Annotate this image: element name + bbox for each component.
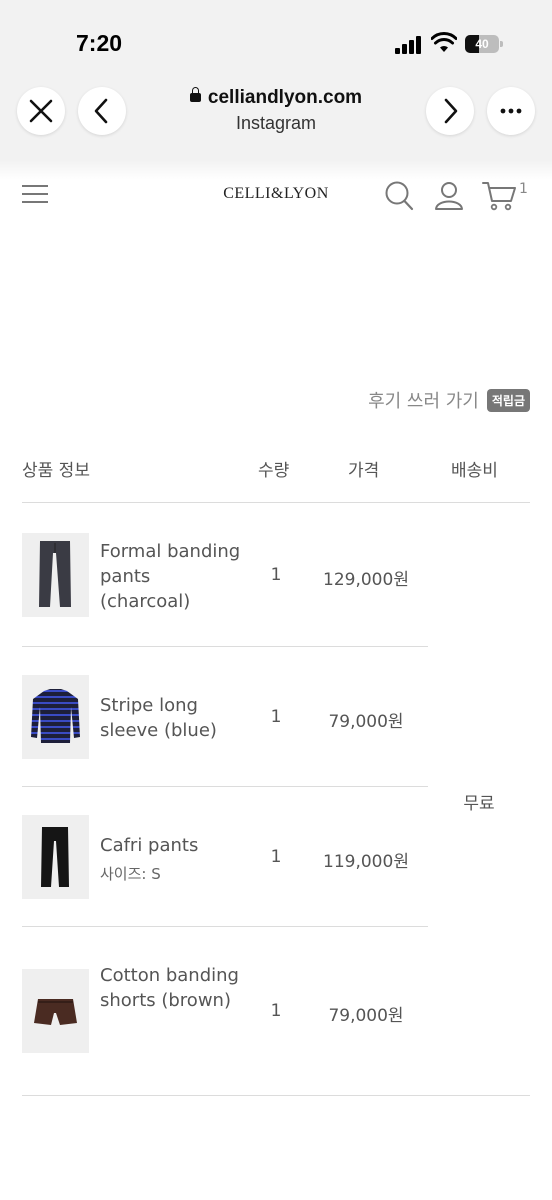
product-price: 79,000원	[328, 712, 404, 732]
site-logo[interactable]: CELLI&LYON	[200, 185, 352, 203]
product-option: 사이즈: S	[100, 865, 161, 883]
pants-image	[39, 541, 71, 607]
shorts-image	[34, 999, 77, 1025]
close-button[interactable]	[17, 87, 65, 135]
back-button[interactable]	[78, 87, 126, 135]
close-icon	[29, 99, 53, 123]
product-qty: 1	[270, 847, 282, 867]
user-icon[interactable]	[434, 180, 464, 212]
product-price: 119,000원	[323, 852, 409, 872]
status-bar: 7:20 40	[0, 0, 552, 78]
toolbar-fade	[0, 160, 552, 180]
pants-image	[41, 827, 69, 887]
shipping-fee: 무료	[463, 794, 495, 814]
product-qty: 1	[270, 1001, 282, 1021]
battery-tip	[500, 41, 503, 47]
header-divider	[22, 502, 530, 503]
product-qty: 1	[270, 707, 282, 727]
wifi-icon	[431, 32, 457, 52]
cart-count: 1	[519, 181, 528, 197]
product-thumbnail[interactable]	[22, 969, 89, 1053]
header-price: 가격	[348, 461, 380, 481]
cart-icon[interactable]	[482, 180, 518, 212]
product-name: Cafri pants	[100, 835, 199, 856]
url-subtitle: Instagram	[235, 113, 317, 133]
battery-level: 40	[475, 37, 489, 51]
battery-icon: 40	[465, 35, 499, 53]
table-bottom-divider	[22, 1095, 530, 1096]
more-icon	[500, 108, 522, 114]
product-name-link[interactable]: Cafri pants 사이즈: S	[100, 833, 245, 884]
chevron-left-icon	[94, 98, 108, 124]
browser-toolbar: celliandlyon.com Instagram	[0, 78, 552, 160]
menu-icon[interactable]	[22, 183, 48, 205]
header-product: 상품 정보	[22, 461, 90, 481]
shirt-image	[31, 689, 80, 743]
header-qty: 수량	[258, 461, 290, 481]
forward-button[interactable]	[426, 87, 474, 135]
url-domain: celliandlyon.com	[207, 87, 363, 108]
product-name: Cotton banding shorts (brown)	[100, 965, 239, 1011]
write-review-link[interactable]: 후기 쓰러 가기 적립금	[368, 387, 530, 413]
product-name-link[interactable]: Formal banding pants (charcoal)	[100, 539, 245, 614]
product-name: Stripe long sleeve (blue)	[100, 695, 217, 741]
reward-badge: 적립금	[486, 388, 530, 412]
product-name-link[interactable]: Stripe long sleeve (blue)	[100, 693, 245, 743]
more-button[interactable]	[487, 87, 535, 135]
product-thumbnail[interactable]	[22, 675, 89, 759]
row-divider	[22, 786, 428, 787]
product-thumbnail[interactable]	[22, 533, 89, 617]
product-price: 129,000원	[323, 570, 409, 590]
search-icon[interactable]	[384, 180, 414, 212]
header-shipping: 배송비	[451, 461, 498, 481]
product-price: 79,000원	[328, 1006, 404, 1026]
lock-icon	[189, 87, 201, 102]
status-time: 7:20	[76, 30, 123, 56]
address-bar[interactable]: celliandlyon.com Instagram	[150, 87, 402, 134]
product-thumbnail[interactable]	[22, 815, 89, 899]
product-qty: 1	[270, 565, 282, 585]
product-name-link[interactable]: Cotton banding shorts (brown)	[100, 963, 245, 1013]
write-review-label: 후기 쓰러 가기	[368, 391, 479, 412]
row-divider	[22, 646, 428, 647]
product-name: Formal banding pants (charcoal)	[100, 541, 241, 612]
cellular-signal-icon	[395, 36, 425, 54]
chevron-right-icon	[444, 98, 458, 124]
row-divider	[22, 926, 428, 927]
